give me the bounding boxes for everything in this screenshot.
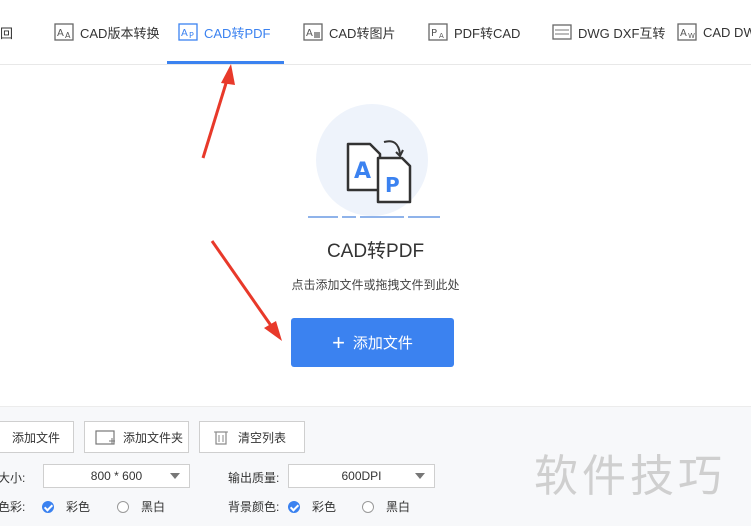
color-radio-color-label: 彩色 [66, 500, 91, 514]
radio-checked-icon [288, 500, 300, 513]
svg-text:A: A [181, 28, 188, 39]
tab-dwg-dxf-label: DWG DXF互转 [578, 25, 666, 41]
pdf-to-cad-icon: P A [428, 23, 448, 41]
color-radio-color[interactable]: 彩色 [42, 498, 90, 515]
color-radio-bw-label: 黑白 [141, 500, 166, 514]
size-label: 大小: [0, 471, 26, 485]
tab-pdf-to-cad-label: PDF转CAD [454, 25, 521, 41]
toolbar-add-file-button[interactable]: 添加文件 [0, 421, 74, 453]
quality-select-value: 600DPI [341, 469, 382, 483]
size-select[interactable]: 800 * 600 [43, 464, 190, 488]
svg-text:W: W [688, 32, 695, 40]
cad-version-icon: A A [54, 23, 74, 41]
cad-dwf-icon: A W [677, 23, 697, 41]
add-file-button-label: 添加文件 [352, 335, 413, 352]
svg-text:P: P [431, 28, 437, 39]
svg-text:P: P [189, 31, 194, 40]
tab-cad-to-pdf-label: CAD转PDF [204, 25, 271, 41]
toolbar-add-folder-button[interactable]: 添加文件夹 [84, 421, 189, 453]
chevron-down-icon [415, 473, 425, 479]
radio-unchecked-icon [117, 500, 129, 513]
tab-cad-to-image[interactable]: A CAD转图片 [303, 0, 395, 64]
top-tab-bar: 回 A A CAD版本转换 A P CAD转PDF A CAD转图片 P A P [0, 0, 751, 65]
chevron-down-icon [170, 473, 180, 479]
drop-hint: 点击添加文件或拖拽文件到此处 [291, 278, 460, 292]
cad-to-image-icon: A [303, 23, 323, 41]
quality-label: 输出质量: [228, 471, 280, 485]
bg-radio-color-label: 彩色 [312, 500, 337, 514]
bg-color-label: 背景颜色: [228, 500, 280, 514]
toolbar-clear-list-label: 清空列表 [238, 430, 287, 445]
color-label: 色彩: [0, 500, 26, 514]
document-p-icon: P [376, 156, 412, 204]
cad-to-pdf-illustration: A P [308, 104, 440, 218]
svg-text:A: A [680, 28, 687, 39]
svg-text:A: A [354, 159, 371, 184]
trash-icon [214, 431, 228, 445]
toolbar-add-file-label: 添加文件 [11, 430, 60, 445]
plus-icon: + [332, 329, 345, 355]
radio-checked-icon [42, 500, 54, 513]
dwg-dxf-icon [552, 24, 572, 40]
radio-unchecked-icon [362, 500, 374, 513]
watermark: 软件技巧 [534, 451, 726, 502]
size-select-value: 800 * 600 [90, 469, 143, 483]
svg-text:A: A [306, 28, 313, 39]
tab-back[interactable]: 回 [0, 0, 13, 64]
svg-text:A: A [57, 28, 64, 39]
svg-text:A: A [439, 32, 444, 40]
svg-text:A: A [65, 31, 71, 40]
active-tab-indicator [167, 61, 284, 64]
tab-cad-dwf[interactable]: A W CAD DWF [677, 0, 751, 64]
tab-pdf-to-cad[interactable]: P A PDF转CAD [428, 0, 520, 64]
bg-radio-bw[interactable]: 黑白 [362, 498, 410, 515]
cad-to-pdf-icon: A P [178, 23, 198, 41]
toolbar-clear-list-button[interactable]: 清空列表 [199, 421, 305, 453]
tab-cad-version-convert[interactable]: A A CAD版本转换 [54, 0, 159, 64]
tab-cad-to-pdf[interactable]: A P CAD转PDF [178, 0, 270, 64]
add-file-button[interactable]: + 添加文件 [291, 318, 454, 367]
tab-cad-dwf-label: CAD DWF [703, 24, 751, 40]
tab-back-label: 回 [0, 25, 14, 41]
tab-dwg-dxf-convert[interactable]: DWG DXF互转 [552, 0, 665, 64]
toolbar-add-folder-label: 添加文件夹 [123, 430, 184, 445]
document-a-icon: A [346, 142, 382, 192]
color-radio-bw[interactable]: 黑白 [117, 498, 165, 515]
tab-cad-version-label: CAD版本转换 [80, 25, 160, 41]
page-title: CAD转PDF [326, 241, 425, 262]
bg-radio-color[interactable]: 彩色 [288, 498, 336, 515]
quality-select[interactable]: 600DPI [288, 464, 435, 488]
folder-plus-icon [95, 430, 115, 445]
arrow-to-tab-icon [201, 79, 229, 159]
bg-radio-bw-label: 黑白 [386, 500, 411, 514]
svg-text:P: P [385, 173, 400, 197]
tab-cad-to-image-label: CAD转图片 [329, 25, 396, 41]
